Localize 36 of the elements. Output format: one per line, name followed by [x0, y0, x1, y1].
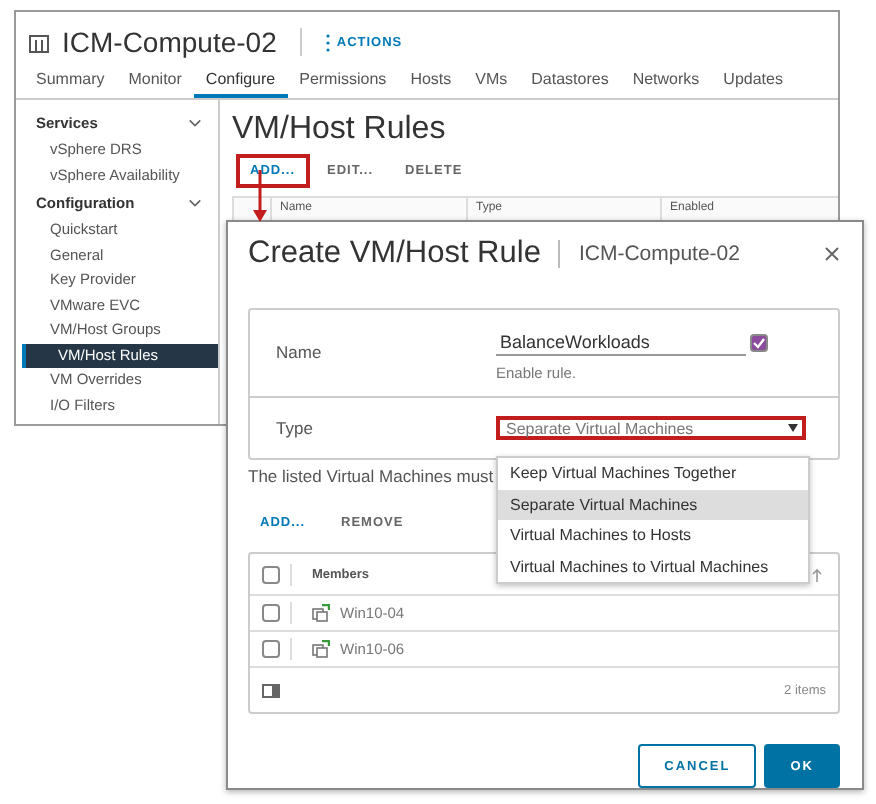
tab[interactable]: Datastores — [519, 62, 621, 98]
chevron-icon[interactable] — [188, 196, 202, 210]
dropdown-option[interactable]: Keep Virtual Machines Together — [498, 458, 808, 489]
window-title: ICM-Compute-02 — [62, 26, 277, 58]
dialog-subtitle: ICM-Compute-02 — [578, 241, 742, 265]
cluster-icon — [28, 31, 50, 53]
rule-description: The listed Virtual Machines must — [248, 466, 494, 486]
name-label: Name — [276, 340, 324, 362]
type-label: Type — [276, 418, 315, 438]
dropdown-option[interactable]: Virtual Machines to Hosts — [498, 520, 808, 551]
tab[interactable]: Summary — [24, 62, 117, 98]
vm-icon — [312, 640, 330, 658]
checkbox[interactable] — [750, 334, 768, 352]
tab[interactable]: Updates — [711, 62, 795, 98]
dropdown-option[interactable]: Separate Virtual Machines — [498, 489, 808, 520]
checkbox[interactable] — [262, 604, 280, 622]
sort-arrow-icon[interactable] — [812, 567, 822, 581]
chevron-icon[interactable] — [188, 116, 202, 130]
tab[interactable]: Configure — [193, 62, 288, 98]
page-heading: VM/Host Rules — [232, 112, 448, 148]
type-dropdown[interactable]: Separate Virtual Machines — [496, 416, 806, 440]
columns-icon[interactable] — [262, 683, 280, 697]
tab[interactable]: VMs — [463, 62, 520, 98]
checkbox[interactable] — [262, 640, 280, 658]
name-field[interactable]: BalanceWorkloads — [496, 330, 746, 356]
vertical-dots-icon — [326, 33, 331, 51]
tab[interactable]: Permissions — [287, 62, 399, 98]
checkbox[interactable] — [262, 565, 280, 583]
vm-icon — [312, 604, 330, 622]
dialog-title: Create VM/Host Rule — [248, 235, 541, 271]
tab[interactable]: Monitor — [116, 62, 194, 98]
tab[interactable]: Networks — [620, 62, 712, 98]
dropdown-option[interactable]: Virtual Machines to Virtual Machines — [498, 551, 808, 582]
pointer-arrow — [252, 170, 268, 222]
tab[interactable]: Hosts — [398, 62, 464, 98]
close-icon[interactable] — [824, 245, 840, 261]
